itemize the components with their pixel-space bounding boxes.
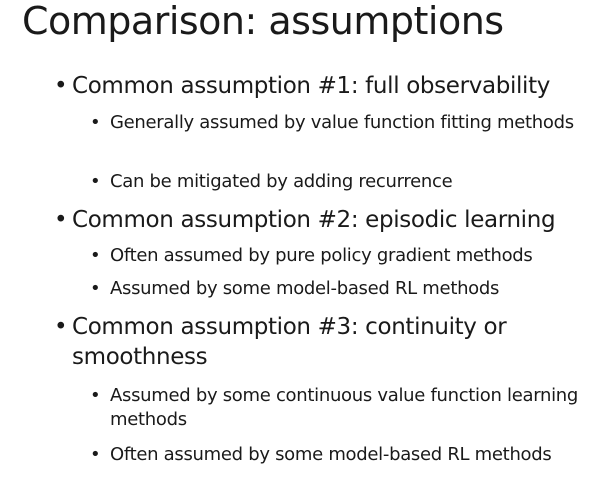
bullet-text: Common assumption #3: continuity or smoo… [72, 314, 507, 370]
sub-bullet-text: Assumed by some continuous value functio… [110, 385, 579, 430]
sub-bullet-text: Can be mitigated by adding recurrence [110, 171, 453, 192]
sub-bullet-text: Generally assumed by value function fitt… [110, 112, 574, 133]
sub-bullet-dot-icon: • [90, 278, 101, 299]
sub-bullet: • Can be mitigated by adding recurrence [90, 170, 596, 194]
sub-bullet-dot-icon: • [90, 385, 101, 406]
sub-bullet-dot-icon: • [90, 245, 101, 266]
sub-bullet-text: Often assumed by some model-based RL met… [110, 444, 552, 465]
bullet-text: Common assumption #1: full observability [72, 73, 551, 99]
bullet-assumption-1: • Common assumption #1: full observabili… [54, 71, 594, 101]
sub-bullet: • Assumed by some model-based RL methods [90, 277, 596, 301]
slide-title: Comparison: assumptions [22, 0, 504, 43]
bullet-assumption-3: • Common assumption #3: continuity or sm… [54, 312, 594, 372]
sub-bullet-dot-icon: • [90, 444, 101, 465]
sub-bullet-text: Often assumed by pure policy gradient me… [110, 245, 533, 266]
bullet-dot-icon: • [54, 73, 68, 99]
sub-bullet: • Often assumed by pure policy gradient … [90, 244, 596, 268]
sub-bullet: • Assumed by some continuous value funct… [90, 384, 596, 432]
bullet-assumption-2: • Common assumption #2: episodic learnin… [54, 205, 594, 235]
sub-bullet-dot-icon: • [90, 112, 101, 133]
sub-bullet-dot-icon: • [90, 171, 101, 192]
bullet-dot-icon: • [54, 207, 68, 233]
bullet-text: Common assumption #2: episodic learning [72, 207, 556, 233]
sub-bullet: • Generally assumed by value function fi… [90, 111, 596, 135]
sub-bullet: • Often assumed by some model-based RL m… [90, 443, 596, 467]
slide: Comparison: assumptions • Common assumpt… [0, 0, 606, 500]
sub-bullet-text: Assumed by some model-based RL methods [110, 278, 500, 299]
bullet-dot-icon: • [54, 314, 68, 340]
